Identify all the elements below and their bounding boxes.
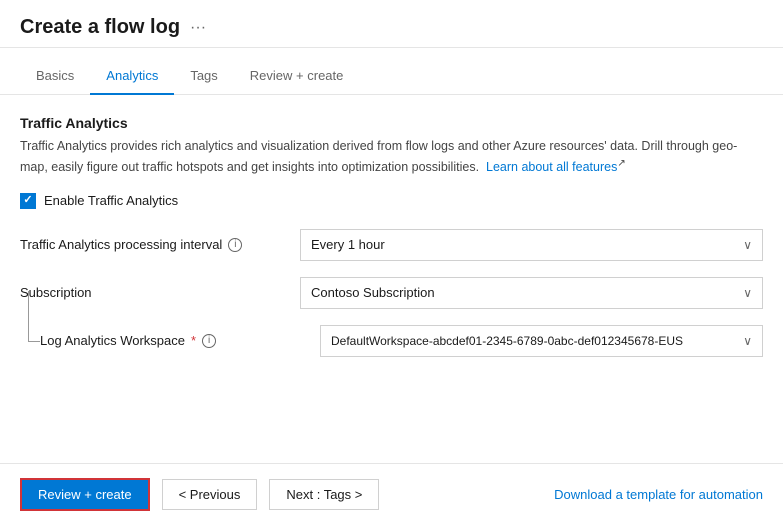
subscription-dropdown[interactable]: Contoso Subscription ∨ xyxy=(300,277,763,309)
subscription-chevron-icon: ∨ xyxy=(743,286,752,300)
processing-interval-row: Traffic Analytics processing interval i … xyxy=(20,229,763,261)
tab-review-create[interactable]: Review + create xyxy=(234,58,360,95)
review-create-button[interactable]: Review + create xyxy=(20,478,150,511)
enable-traffic-analytics-checkbox[interactable]: ✓ xyxy=(20,193,36,209)
header-menu-icon[interactable]: ··· xyxy=(190,19,206,37)
tab-basics[interactable]: Basics xyxy=(20,58,90,95)
page-title: Create a flow log xyxy=(20,16,180,39)
workspace-label: Log Analytics Workspace * i xyxy=(40,333,320,348)
workspace-chevron-icon: ∨ xyxy=(743,334,752,348)
checkmark-icon: ✓ xyxy=(23,195,32,206)
processing-interval-dropdown[interactable]: Every 1 hour ∨ xyxy=(300,229,763,261)
section-title: Traffic Analytics xyxy=(20,115,763,131)
tab-tags[interactable]: Tags xyxy=(174,58,233,95)
footer: Review + create < Previous Next : Tags >… xyxy=(0,463,783,525)
learn-features-link[interactable]: Learn about all features xyxy=(486,160,617,174)
main-content: Traffic Analytics Traffic Analytics prov… xyxy=(0,95,783,463)
required-indicator: * xyxy=(191,333,196,348)
tab-bar: Basics Analytics Tags Review + create xyxy=(0,58,783,95)
processing-interval-info-icon[interactable]: i xyxy=(228,238,242,252)
workspace-input-area: DefaultWorkspace-abcdef01-2345-6789-0abc… xyxy=(320,325,763,357)
next-tags-button[interactable]: Next : Tags > xyxy=(269,479,379,510)
previous-button[interactable]: < Previous xyxy=(162,479,258,510)
workspace-dropdown[interactable]: DefaultWorkspace-abcdef01-2345-6789-0abc… xyxy=(320,325,763,357)
subscription-row: Subscription Contoso Subscription ∨ xyxy=(20,277,763,309)
subscription-label: Subscription xyxy=(20,285,300,300)
workspace-row: Log Analytics Workspace * i DefaultWorks… xyxy=(20,325,763,357)
processing-interval-label: Traffic Analytics processing interval i xyxy=(20,237,300,252)
external-link-icon: ↗ xyxy=(617,158,625,169)
processing-interval-input-area: Every 1 hour ∨ xyxy=(300,229,763,261)
section-description: Traffic Analytics provides rich analytic… xyxy=(20,137,763,177)
subscription-input-area: Contoso Subscription ∨ xyxy=(300,277,763,309)
processing-interval-chevron-icon: ∨ xyxy=(743,238,752,252)
enable-traffic-analytics-label: Enable Traffic Analytics xyxy=(44,193,178,208)
download-template-link[interactable]: Download a template for automation xyxy=(554,487,763,502)
enable-traffic-analytics-row: ✓ Enable Traffic Analytics xyxy=(20,193,763,209)
page-header: Create a flow log ··· xyxy=(0,0,783,48)
tab-analytics[interactable]: Analytics xyxy=(90,58,174,95)
workspace-info-icon[interactable]: i xyxy=(202,334,216,348)
